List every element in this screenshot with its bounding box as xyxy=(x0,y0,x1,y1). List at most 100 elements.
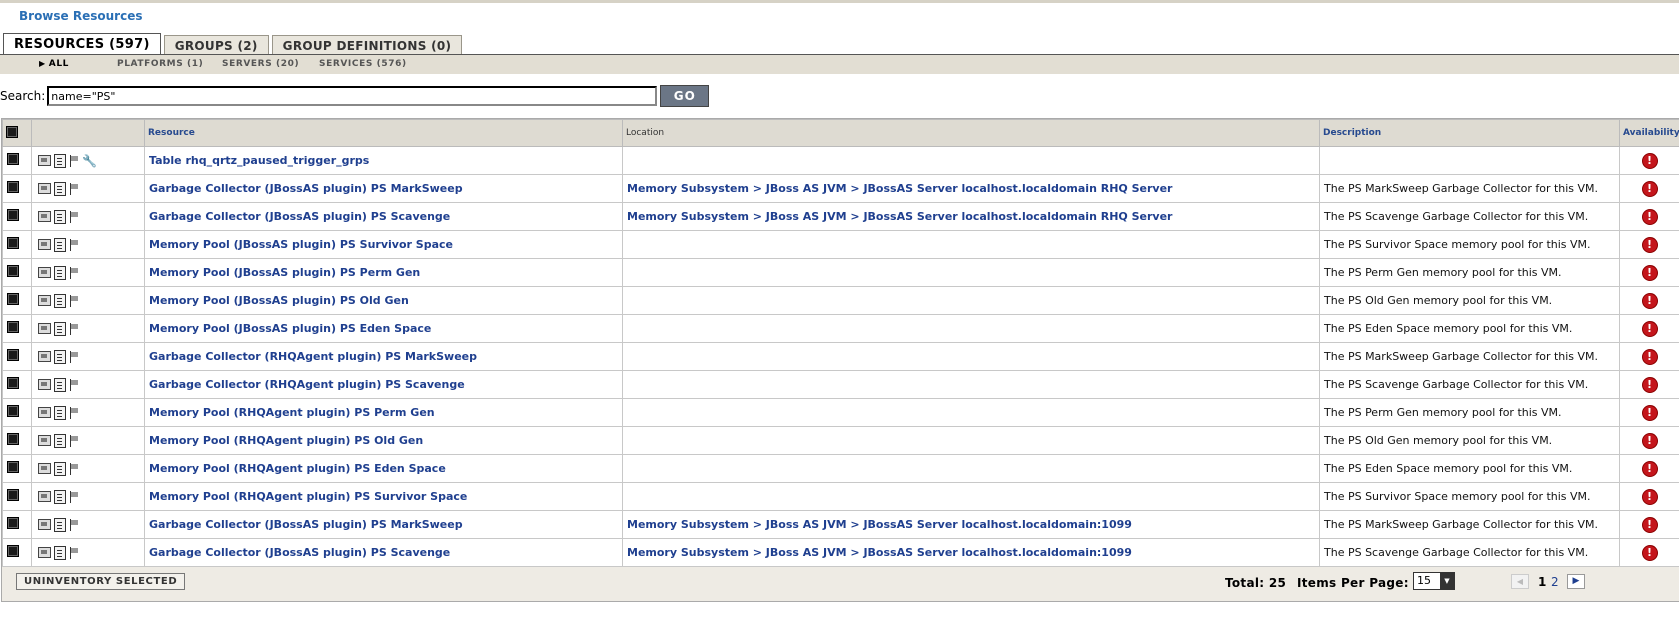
row-checkbox[interactable] xyxy=(7,517,19,529)
monitor-chart-icon[interactable] xyxy=(38,211,51,222)
row-checkbox[interactable] xyxy=(7,489,19,501)
resource-link[interactable]: Garbage Collector (RHQAgent plugin) PS M… xyxy=(149,350,477,363)
location-link[interactable]: Memory Subsystem > JBoss AS JVM > JBossA… xyxy=(627,518,1132,531)
monitor-chart-icon[interactable] xyxy=(38,491,51,502)
row-checkbox[interactable] xyxy=(7,349,19,361)
row-checkbox[interactable] xyxy=(7,153,19,165)
row-checkbox[interactable] xyxy=(7,461,19,473)
monitor-chart-icon[interactable] xyxy=(38,183,51,194)
tab-group-definitions[interactable]: GROUP DEFINITIONS (0) xyxy=(271,35,463,56)
subtab-platforms[interactable]: PLATFORMS (1) xyxy=(117,59,203,69)
tab-groups[interactable]: GROUPS (2) xyxy=(163,35,269,56)
items-per-page-select[interactable]: 15 ▼ xyxy=(1413,572,1455,590)
resource-link[interactable]: Garbage Collector (RHQAgent plugin) PS S… xyxy=(149,378,465,391)
row-checkbox[interactable] xyxy=(7,293,19,305)
select-all-checkbox[interactable] xyxy=(6,125,18,138)
alert-flag-icon[interactable] xyxy=(69,210,79,223)
resource-link[interactable]: Table rhq_qrtz_paused_trigger_grps xyxy=(149,154,369,167)
previous-page-icon[interactable]: ◀ xyxy=(1511,574,1529,589)
resource-link[interactable]: Memory Pool (RHQAgent plugin) PS Eden Sp… xyxy=(149,462,446,475)
alert-flag-icon[interactable] xyxy=(69,154,79,167)
go-button[interactable]: GO xyxy=(660,85,710,107)
resource-header[interactable]: Resource xyxy=(144,119,623,147)
alert-flag-icon[interactable] xyxy=(69,546,79,559)
alert-flag-icon[interactable] xyxy=(69,350,79,363)
inventory-clipboard-icon[interactable] xyxy=(54,349,66,364)
monitor-chart-icon[interactable] xyxy=(38,155,51,166)
alert-flag-icon[interactable] xyxy=(69,434,79,447)
monitor-chart-icon[interactable] xyxy=(38,435,51,446)
tab-resources[interactable]: RESOURCES (597) xyxy=(3,33,161,56)
inventory-clipboard-icon[interactable] xyxy=(54,181,66,196)
resource-link[interactable]: Memory Pool (JBossAS plugin) PS Old Gen xyxy=(149,294,409,307)
row-checkbox[interactable] xyxy=(7,405,19,417)
location-link[interactable]: Memory Subsystem > JBoss AS JVM > JBossA… xyxy=(627,546,1132,559)
row-checkbox[interactable] xyxy=(7,321,19,333)
monitor-chart-icon[interactable] xyxy=(38,519,51,530)
inventory-clipboard-icon[interactable] xyxy=(54,293,66,308)
inventory-clipboard-icon[interactable] xyxy=(54,405,66,420)
chevron-down-icon[interactable]: ▼ xyxy=(1440,573,1454,589)
row-checkbox[interactable] xyxy=(7,209,19,221)
subtab-services[interactable]: SERVICES (576) xyxy=(319,59,407,69)
inventory-clipboard-icon[interactable] xyxy=(54,461,66,476)
monitor-chart-icon[interactable] xyxy=(38,463,51,474)
description-header[interactable]: Description xyxy=(1319,119,1620,147)
resource-link[interactable]: Memory Pool (RHQAgent plugin) PS Perm Ge… xyxy=(149,406,435,419)
alert-flag-icon[interactable] xyxy=(69,490,79,503)
row-checkbox[interactable] xyxy=(7,545,19,557)
monitor-chart-icon[interactable] xyxy=(38,351,51,362)
inventory-clipboard-icon[interactable] xyxy=(54,321,66,336)
next-page-icon[interactable]: ▶ xyxy=(1567,574,1585,589)
resource-link[interactable]: Memory Pool (JBossAS plugin) PS Eden Spa… xyxy=(149,322,431,335)
row-checkbox[interactable] xyxy=(7,433,19,445)
subtab-all[interactable]: ▶ ALL xyxy=(39,59,69,69)
alert-flag-icon[interactable] xyxy=(69,266,79,279)
resource-link[interactable]: Memory Pool (RHQAgent plugin) PS Old Gen xyxy=(149,434,423,447)
monitor-chart-icon[interactable] xyxy=(38,239,51,250)
monitor-chart-icon[interactable] xyxy=(38,547,51,558)
inventory-clipboard-icon[interactable] xyxy=(54,489,66,504)
inventory-clipboard-icon[interactable] xyxy=(54,433,66,448)
inventory-clipboard-icon[interactable] xyxy=(54,545,66,560)
wrench-icon[interactable]: 🔧 xyxy=(82,155,97,167)
alert-flag-icon[interactable] xyxy=(69,322,79,335)
monitor-chart-icon[interactable] xyxy=(38,267,51,278)
alert-flag-icon[interactable] xyxy=(69,238,79,251)
page-title[interactable]: Browse Resources xyxy=(19,9,142,23)
row-checkbox[interactable] xyxy=(7,181,19,193)
monitor-chart-icon[interactable] xyxy=(38,295,51,306)
uninventory-selected-button[interactable]: UNINVENTORY SELECTED xyxy=(16,573,186,590)
page-2-link[interactable]: 2 xyxy=(1551,575,1559,589)
subtab-servers[interactable]: SERVERS (20) xyxy=(222,59,299,69)
inventory-clipboard-icon[interactable] xyxy=(54,265,66,280)
alert-flag-icon[interactable] xyxy=(69,182,79,195)
inventory-clipboard-icon[interactable] xyxy=(54,377,66,392)
location-link[interactable]: Memory Subsystem > JBoss AS JVM > JBossA… xyxy=(627,210,1172,223)
alert-flag-icon[interactable] xyxy=(69,518,79,531)
monitor-chart-icon[interactable] xyxy=(38,323,51,334)
search-input[interactable] xyxy=(47,86,658,106)
availability-header[interactable]: Availability xyxy=(1619,119,1679,147)
alert-flag-icon[interactable] xyxy=(69,378,79,391)
resource-link[interactable]: Garbage Collector (JBossAS plugin) PS Sc… xyxy=(149,210,450,223)
resource-link[interactable]: Memory Pool (JBossAS plugin) PS Perm Gen xyxy=(149,266,420,279)
alert-flag-icon[interactable] xyxy=(69,406,79,419)
resource-link[interactable]: Memory Pool (JBossAS plugin) PS Survivor… xyxy=(149,238,453,251)
resource-link[interactable]: Memory Pool (RHQAgent plugin) PS Survivo… xyxy=(149,490,467,503)
inventory-clipboard-icon[interactable] xyxy=(54,209,66,224)
alert-flag-icon[interactable] xyxy=(69,294,79,307)
row-checkbox[interactable] xyxy=(7,377,19,389)
alert-flag-icon[interactable] xyxy=(69,462,79,475)
resource-link[interactable]: Garbage Collector (JBossAS plugin) PS Sc… xyxy=(149,546,450,559)
resource-link[interactable]: Garbage Collector (JBossAS plugin) PS Ma… xyxy=(149,518,463,531)
row-checkbox[interactable] xyxy=(7,265,19,277)
monitor-chart-icon[interactable] xyxy=(38,379,51,390)
inventory-clipboard-icon[interactable] xyxy=(54,237,66,252)
location-link[interactable]: Memory Subsystem > JBoss AS JVM > JBossA… xyxy=(627,182,1172,195)
row-checkbox[interactable] xyxy=(7,237,19,249)
resource-link[interactable]: Garbage Collector (JBossAS plugin) PS Ma… xyxy=(149,182,463,195)
inventory-clipboard-icon[interactable] xyxy=(54,153,66,168)
monitor-chart-icon[interactable] xyxy=(38,407,51,418)
inventory-clipboard-icon[interactable] xyxy=(54,517,66,532)
